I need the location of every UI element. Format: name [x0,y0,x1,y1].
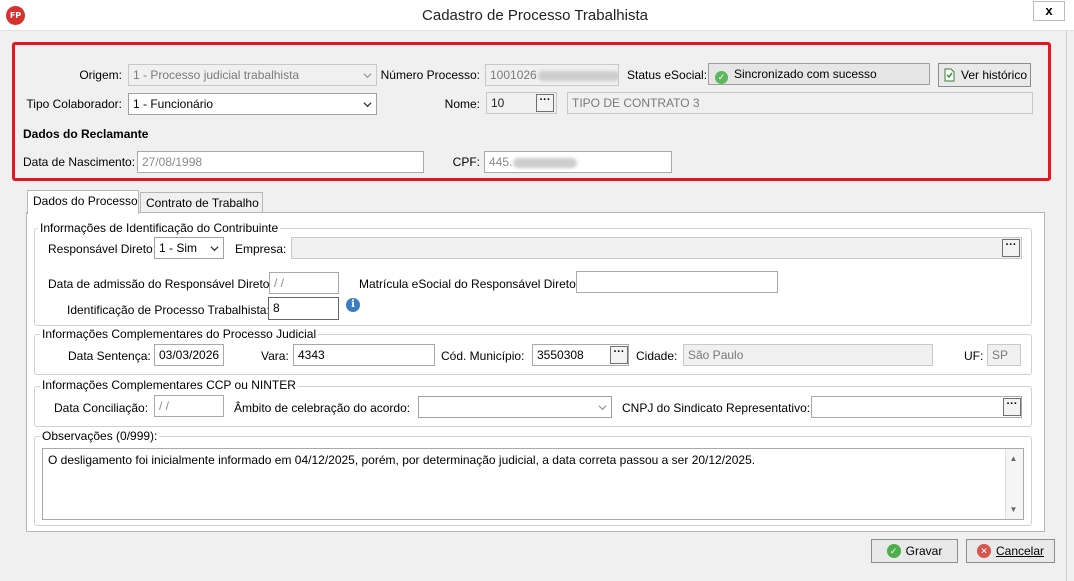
complementares-title: Informações Complementares do Processo J… [40,327,319,341]
scroll-up-icon[interactable]: ▲ [1006,451,1021,466]
tab-contrato-trabalho[interactable]: Contrato de Trabalho [140,192,263,214]
ident-processo-label: Identificação de Processo Trabalhista: [67,303,270,317]
admissao-value: / / [274,276,285,290]
numero-processo-label: Número Processo: [380,68,480,82]
chevron-down-icon [363,73,372,79]
empresa-field[interactable] [291,237,1022,259]
gravar-button[interactable]: ✓ Gravar [871,539,958,563]
data-sentenca-field[interactable]: 03/03/2026 [154,344,224,366]
municipio-label: Cód. Município: [441,349,525,363]
admissao-label: Data de admissão do Responsável Direto: [48,277,273,291]
cpf-value: 445. [489,155,513,169]
cpf-label: CPF: [452,155,480,169]
nascimento-field[interactable]: 27/08/1998 [137,151,424,173]
uf-field: SP [987,344,1021,366]
ident-processo-field[interactable]: 8 [268,297,339,320]
window-title: Cadastro de Processo Trabalhista [422,7,648,24]
window-right-border [1066,31,1074,581]
observacoes-title: Observações (0/999): [40,429,160,443]
cidade-label: Cidade: [636,349,678,363]
status-esocial-badge: ✓ Sincronizado com sucesso [708,63,930,85]
origem-label: Origem: [79,68,122,82]
conciliacao-label: Data Conciliação: [54,401,149,415]
origem-select[interactable]: 1 - Processo judicial trabalhista [128,64,377,86]
chevron-down-icon [598,405,607,411]
responsavel-select[interactable]: 1 - Sim [154,237,224,259]
municipio-value: 3550308 [537,348,584,362]
ellipsis-icon[interactable]: ··· [1003,398,1021,416]
cidade-value: São Paulo [688,348,744,362]
status-esocial-label: Status eSocial: [627,68,708,82]
data-sentenca-value: 03/03/2026 [159,348,220,362]
responsavel-value: 1 - Sim [159,241,198,255]
redacted-mask [537,70,618,81]
cancelar-label: Cancelar [995,544,1045,558]
cidade-field: São Paulo [683,344,933,366]
ambito-label: Âmbito de celebração do acordo: [234,401,411,415]
cancel-x-icon: ✕ [976,544,991,558]
nascimento-value: 27/08/1998 [142,155,203,169]
close-button[interactable]: x [1033,1,1065,21]
cnpj-field[interactable] [811,396,1022,418]
uf-label: UF: [964,349,984,363]
vara-field[interactable]: 4343 [293,344,435,366]
ellipsis-icon[interactable]: ··· [610,346,628,364]
numero-processo-field[interactable]: 1001026 [485,64,619,86]
ambito-select[interactable] [418,396,612,418]
scroll-down-icon[interactable]: ▼ [1006,502,1021,517]
nome-value-field: TIPO DE CONTRATO 3 [567,92,1033,114]
vara-value: 4343 [298,348,325,362]
tipo-colaborador-label: Tipo Colaborador: [26,97,122,111]
cnpj-label: CNPJ do Sindicato Representativo: [622,401,811,415]
chevron-down-icon [210,246,219,252]
matricula-label: Matrícula eSocial do Responsável Direto [359,277,576,291]
nome-value: TIPO DE CONTRATO 3 [572,96,700,110]
chevron-down-icon [363,102,372,108]
reclamante-heading: Dados do Reclamante [23,127,149,141]
redacted-mask [513,157,578,168]
ellipsis-icon[interactable]: ··· [1002,239,1020,257]
cpf-field[interactable]: 445. [484,151,672,173]
empresa-label: Empresa: [235,242,287,256]
matricula-field[interactable] [576,271,778,293]
vara-label: Vara: [261,349,289,363]
ver-historico-button[interactable]: Ver histórico [938,63,1031,87]
uf-value: SP [992,348,1009,362]
observacoes-textarea[interactable]: O desligamento foi inicialmente informad… [42,448,1024,520]
tipo-colaborador-select[interactable]: 1 - Funcionário [128,93,377,115]
origem-value: 1 - Processo judicial trabalhista [133,68,300,82]
tipo-colaborador-value: 1 - Funcionário [133,97,214,111]
tab-dados-processo[interactable]: Dados do Processo [27,190,139,214]
conciliacao-value: / / [159,399,170,413]
history-document-icon [944,68,955,82]
cancelar-button[interactable]: ✕ Cancelar [966,539,1055,563]
ccp-title: Informações Complementares CCP ou NINTER [40,378,298,392]
ver-historico-label: Ver histórico [960,68,1028,82]
identificacao-title: Informações de Identificação do Contribu… [38,221,281,235]
conciliacao-field[interactable]: / / [154,395,224,417]
admissao-field[interactable]: / / [269,272,339,294]
data-sentenca-label: Data Sentença: [68,349,151,363]
nascimento-label: Data de Nascimento: [23,155,136,169]
check-circle-icon: ✓ [715,71,728,84]
nome-label: Nome: [444,97,480,111]
save-check-icon: ✓ [886,544,901,558]
ident-processo-value: 8 [273,301,280,315]
responsavel-label: Responsável Direto: [48,242,157,256]
nome-code-value: 10 [491,96,505,110]
ellipsis-icon[interactable]: ··· [536,94,554,112]
info-icon[interactable]: i [346,298,360,312]
status-esocial-value: Sincronizado com sucesso [734,67,877,81]
gravar-label: Gravar [905,544,943,558]
numero-processo-value: 1001026 [490,68,537,82]
observacoes-text: O desligamento foi inicialmente informad… [48,453,756,467]
